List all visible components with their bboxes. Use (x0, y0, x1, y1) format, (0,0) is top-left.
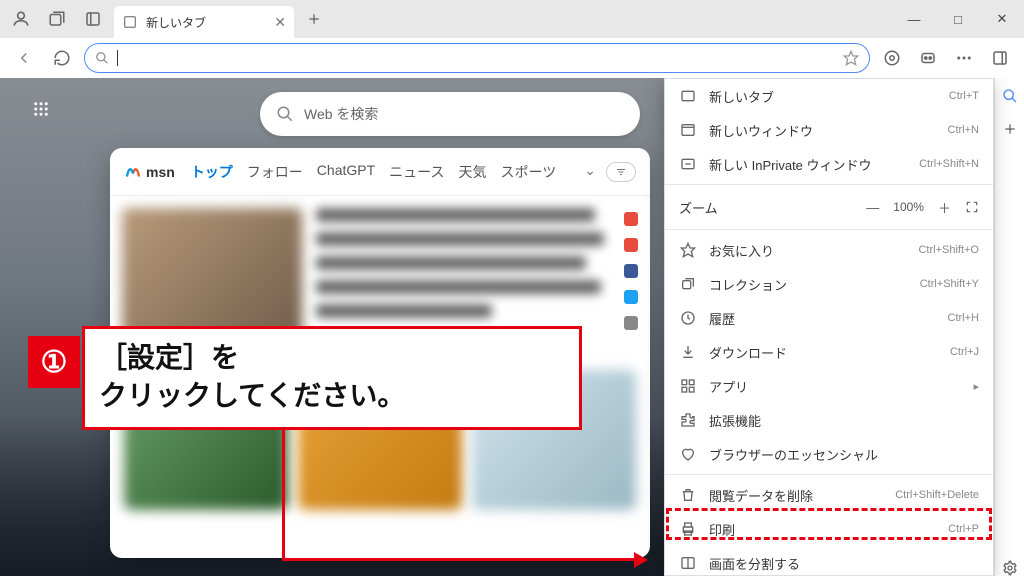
menu-favorites[interactable]: お気に入り Ctrl+Shift+O (665, 233, 993, 267)
msn-header: msn トップ フォロー ChatGPT ニュース 天気 スポーツ ⌄ (110, 148, 650, 196)
annotation-connector (282, 430, 285, 560)
zoom-value: 100% (893, 200, 924, 214)
annotation-arrow-icon (634, 552, 648, 568)
zoom-in-button[interactable]: ＋ (938, 198, 951, 217)
menu-split-screen[interactable]: 画面を分割する (665, 546, 993, 576)
menu-extensions[interactable]: 拡張機能 (665, 403, 993, 437)
download-icon (679, 344, 697, 360)
workspaces-icon[interactable] (42, 4, 72, 34)
tab-close-icon[interactable]: ✕ (274, 14, 286, 31)
window-controls: — □ ✕ (892, 0, 1024, 38)
refresh-button[interactable] (46, 42, 78, 74)
favorite-star-icon[interactable] (843, 50, 859, 66)
more-menu-button[interactable] (948, 42, 980, 74)
text-cursor (117, 50, 118, 66)
menu-new-window[interactable]: 新しいウィンドウ Ctrl+N (665, 113, 993, 147)
msn-logo[interactable]: msn (124, 163, 175, 181)
menu-new-inprivate[interactable]: 新しい InPrivate ウィンドウ Ctrl+Shift+N (665, 147, 993, 181)
print-icon (679, 521, 697, 537)
nav-follow[interactable]: フォロー (247, 162, 303, 182)
split-icon (679, 555, 697, 571)
tab-actions-icon[interactable] (78, 4, 108, 34)
msn-nav: トップ フォロー ChatGPT ニュース 天気 スポーツ (191, 162, 556, 182)
star-icon (679, 242, 697, 258)
menu-history[interactable]: 履歴 Ctrl+H (665, 301, 993, 335)
collections-icon (679, 276, 697, 292)
zoom-out-button[interactable]: — (866, 200, 879, 215)
sidebar-toggle-icon[interactable] (984, 42, 1016, 74)
nav-weather[interactable]: 天気 (458, 162, 486, 182)
sidebar-add-icon[interactable] (1003, 122, 1017, 136)
more-menu-dropdown: 新しいタブ Ctrl+T 新しいウィンドウ Ctrl+N 新しい InPriva… (664, 78, 994, 576)
window-titlebar: 新しいタブ ✕ — □ ✕ (0, 0, 1024, 38)
search-placeholder: Web を検索 (304, 104, 378, 124)
menu-collections[interactable]: コレクション Ctrl+Shift+Y (665, 267, 993, 301)
filter-pill[interactable] (606, 162, 636, 182)
annotation-callout: ［設定］を クリックしてください。 (82, 326, 582, 430)
search-icon (95, 51, 109, 65)
search-icon (276, 105, 294, 123)
extensions-icon[interactable] (876, 42, 908, 74)
app-launcher-icon[interactable] (32, 100, 50, 118)
edge-sidebar (994, 78, 1024, 576)
annotation-connector (282, 558, 638, 561)
menu-clear-data[interactable]: 閲覧データを削除 Ctrl+Shift+Delete (665, 478, 993, 512)
nav-sports[interactable]: スポーツ (500, 162, 556, 182)
trash-icon (679, 487, 697, 503)
nav-chatgpt[interactable]: ChatGPT (317, 162, 375, 182)
nav-news[interactable]: ニュース (389, 162, 444, 182)
tab-icon (679, 88, 697, 104)
history-icon (679, 310, 697, 326)
annotation-badge: ① (28, 336, 80, 388)
menu-downloads[interactable]: ダウンロード Ctrl+J (665, 335, 993, 369)
apps-icon (679, 378, 697, 394)
menu-print[interactable]: 印刷 Ctrl+P (665, 512, 993, 546)
page-content: Web を検索 msn トップ フォロー ChatGPT ニュース 天気 スポー… (0, 78, 1024, 576)
heart-icon (679, 446, 697, 462)
web-search-box[interactable]: Web を検索 (260, 92, 640, 136)
tab-title: 新しいタブ (146, 14, 206, 31)
address-bar[interactable] (84, 43, 870, 73)
maximize-button[interactable]: □ (936, 0, 980, 38)
menu-zoom: ズーム — 100% ＋ (665, 188, 993, 226)
close-window-button[interactable]: ✕ (980, 0, 1024, 38)
inprivate-icon (679, 156, 697, 172)
fullscreen-icon[interactable] (965, 200, 979, 214)
back-button[interactable] (8, 42, 40, 74)
copilot-icon[interactable] (912, 42, 944, 74)
profile-icon[interactable] (6, 4, 36, 34)
window-icon (679, 122, 697, 138)
sidebar-settings-icon[interactable] (1002, 560, 1018, 576)
menu-apps[interactable]: アプリ ▸ (665, 369, 993, 403)
browser-toolbar (0, 38, 1024, 78)
chevron-down-icon[interactable]: ⌄ (584, 162, 596, 182)
browser-tab[interactable]: 新しいタブ ✕ (114, 6, 294, 38)
menu-new-tab[interactable]: 新しいタブ Ctrl+T (665, 79, 993, 113)
nav-top[interactable]: トップ (191, 162, 233, 182)
sidebar-search-icon[interactable] (1002, 88, 1018, 104)
chevron-right-icon: ▸ (973, 380, 979, 393)
puzzle-icon (679, 412, 697, 428)
tab-favicon (122, 14, 138, 30)
menu-essentials[interactable]: ブラウザーのエッセンシャル (665, 437, 993, 471)
minimize-button[interactable]: — (892, 0, 936, 38)
new-tab-button[interactable] (300, 5, 328, 33)
feed-indicators (624, 208, 638, 358)
